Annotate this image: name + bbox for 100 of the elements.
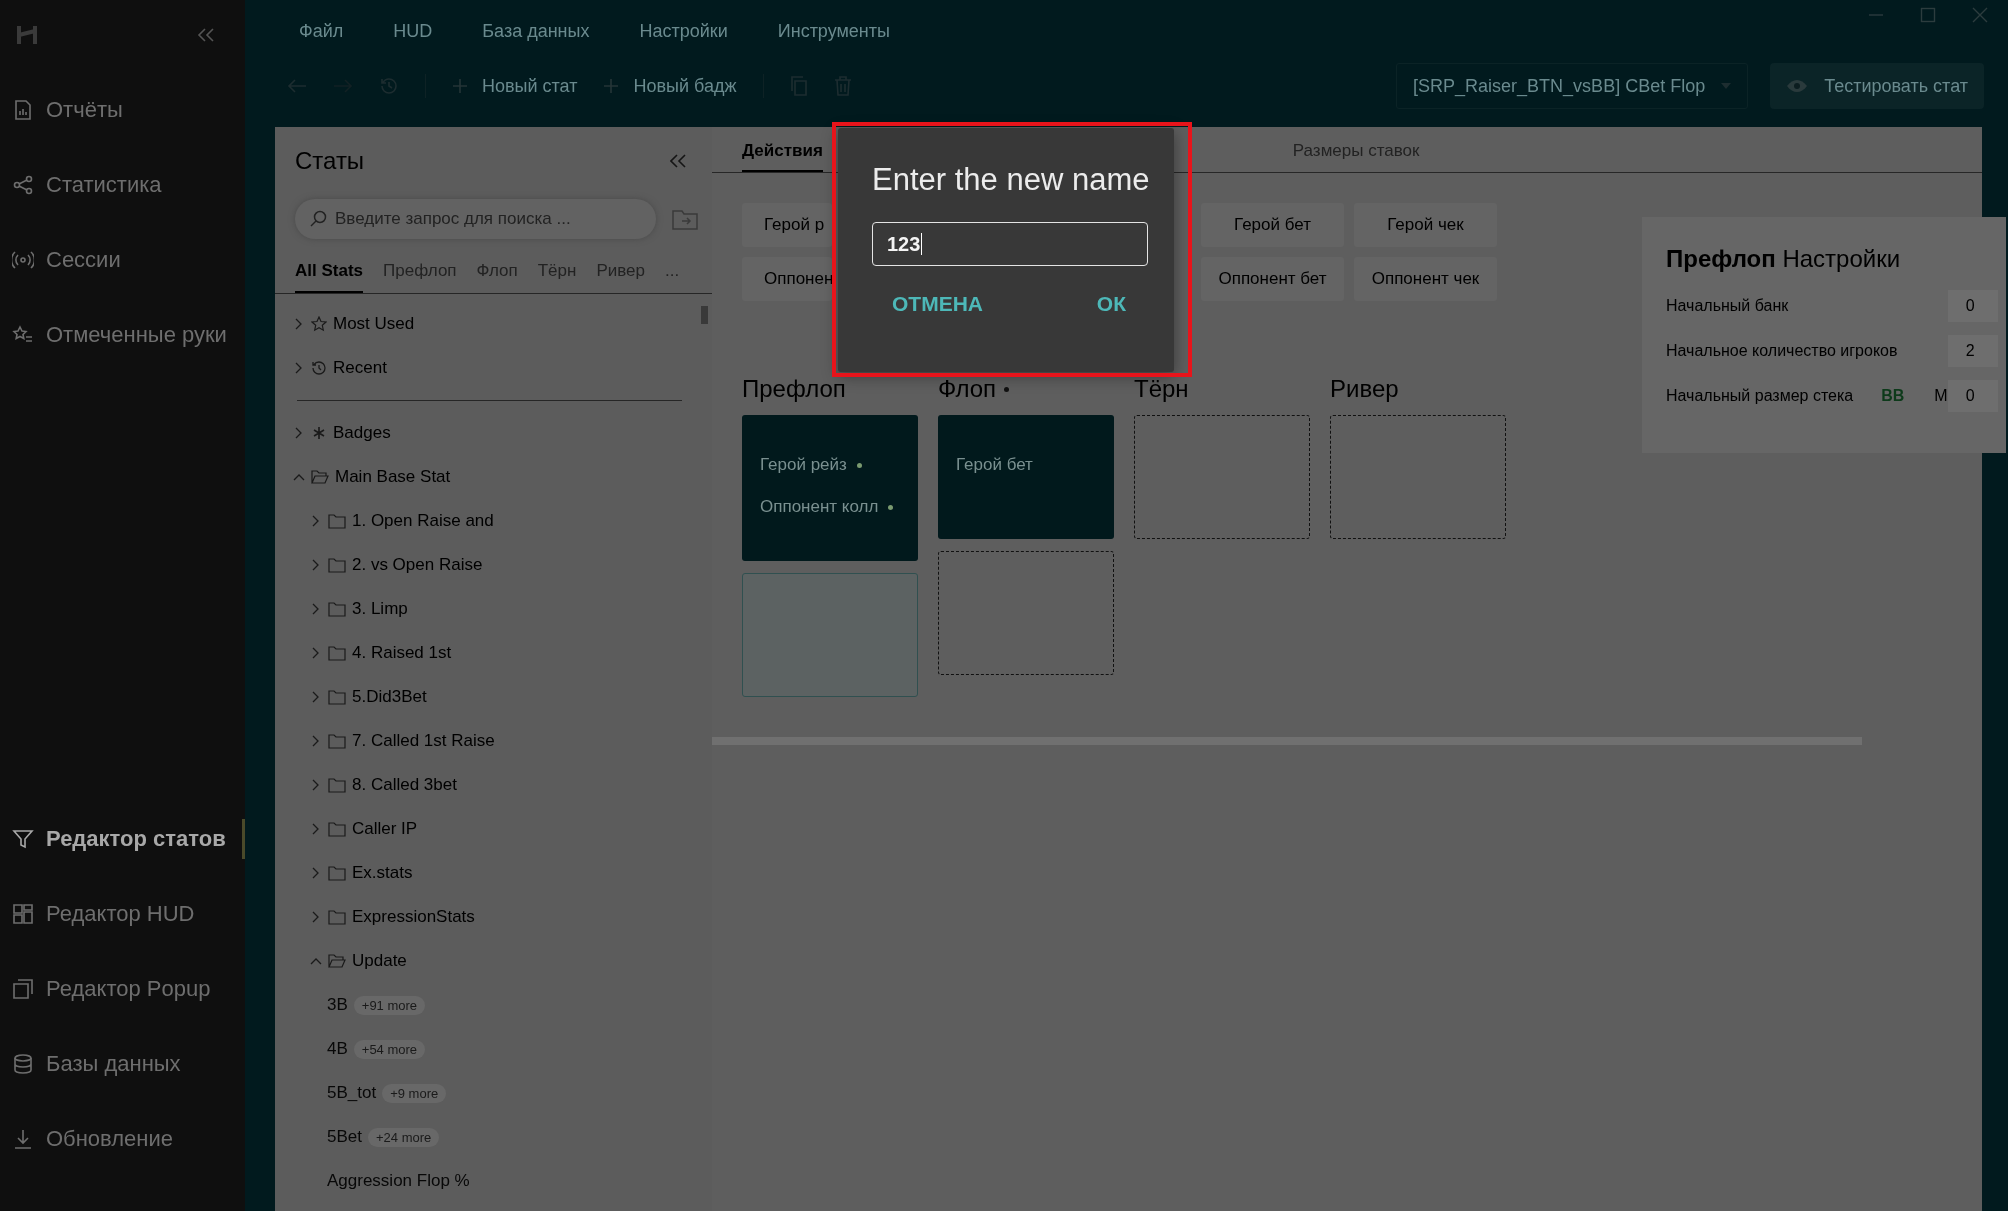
folder-icon — [328, 733, 346, 749]
tree-item[interactable]: 8. Called 3bet — [352, 775, 457, 795]
ok-button[interactable]: ОК — [1090, 288, 1132, 320]
plus-icon — [452, 78, 468, 94]
tree-item[interactable]: Caller IP — [352, 819, 418, 839]
action-chip[interactable]: Оппонен — [742, 257, 832, 301]
collapse-icon[interactable] — [197, 28, 215, 42]
nav-item[interactable]: Обновление — [0, 1119, 245, 1159]
tree-item[interactable]: Most Used — [333, 314, 415, 334]
tree-item[interactable]: 5.Did3Bet — [352, 687, 427, 707]
tree-item[interactable]: 2. vs Open Raise — [352, 555, 483, 575]
new-stat-button[interactable]: Новый стат — [452, 71, 578, 101]
download-icon — [12, 1128, 34, 1150]
tree-item[interactable]: 5B_tot — [327, 1083, 377, 1103]
asterisk-icon — [311, 425, 327, 441]
filter-icon — [12, 828, 34, 850]
maximize-icon[interactable] — [1920, 7, 1936, 23]
tree-item[interactable]: 3. Limp — [352, 599, 408, 619]
number-field[interactable]: 0 — [1947, 289, 1998, 322]
menu-item[interactable]: HUD — [393, 20, 433, 42]
folder-icon — [328, 557, 346, 573]
action-chip[interactable]: Оппонент бет — [1201, 257, 1344, 301]
street-title: Ривер — [1330, 375, 1399, 403]
caret-icon — [1721, 83, 1732, 89]
stat-dropdown[interactable]: [SRP_Raiser_BTN_vsBB] CBet Flop — [1396, 63, 1749, 109]
tree-item[interactable]: Ex.stats — [352, 863, 413, 883]
menu-item[interactable]: Настройки — [639, 20, 728, 42]
tree-item[interactable]: 5Bet — [327, 1127, 362, 1147]
tree-item[interactable]: Recent — [333, 358, 387, 378]
nav-item[interactable]: Сессии — [0, 240, 245, 280]
menu-item[interactable]: База данных — [482, 20, 590, 42]
tree-item[interactable]: Aggression Flop % — [327, 1171, 470, 1191]
action-card[interactable] — [742, 573, 918, 697]
open-folder-icon — [311, 469, 329, 485]
new-badge-button[interactable]: Новый бадж — [603, 71, 737, 101]
action-chip[interactable]: Герой бет — [1201, 203, 1344, 247]
tree-item[interactable]: ExpressionStats — [352, 907, 475, 927]
star-icon — [311, 316, 327, 332]
folder-icon — [328, 645, 346, 661]
tree-item[interactable]: Badges — [333, 423, 391, 443]
tab[interactable]: Флоп — [476, 261, 518, 293]
close-icon[interactable] — [1972, 7, 1988, 23]
street-title: Тёрн — [1134, 375, 1189, 403]
unit-toggle[interactable]: M — [1934, 386, 1948, 405]
tree-item[interactable]: 3B — [327, 995, 348, 1015]
plus-icon — [603, 78, 620, 94]
tree-item[interactable]: Main Base Stat — [335, 467, 451, 487]
action-label: Герой рейз — [760, 455, 847, 475]
setting-label: Начальный размер стека — [1666, 386, 1854, 405]
action-chip[interactable]: Герой чек — [1354, 203, 1497, 247]
settings-title: Префлоп Настройки — [1666, 245, 1902, 273]
tab[interactable]: Префлоп — [383, 261, 457, 293]
unit-toggle[interactable]: BB — [1881, 386, 1905, 405]
scrollbar-thumb[interactable] — [701, 306, 708, 324]
tree-item[interactable]: 4. Raised 1st — [352, 643, 452, 663]
street-title: Флоп — [938, 375, 997, 403]
action-chip[interactable]: Герой р — [742, 203, 832, 247]
tab[interactable]: Ривер — [596, 261, 645, 293]
tree-item[interactable]: 1. Open Raise and — [352, 511, 494, 531]
folder-icon — [328, 601, 346, 617]
action-card[interactable]: Герой рейз Оппонент колл — [742, 415, 918, 561]
count-badge: +91 more — [353, 995, 426, 1015]
tab[interactable]: Тёрн — [537, 261, 577, 293]
nav-item[interactable]: Статистика — [0, 165, 245, 205]
layout-icon — [12, 903, 34, 925]
tree-item[interactable]: Update — [352, 951, 407, 971]
eye-icon — [1786, 79, 1809, 93]
tab[interactable]: All Stats — [295, 261, 364, 293]
add-folder-icon[interactable] — [672, 208, 698, 230]
nav-item[interactable]: Отмеченные руки — [0, 315, 245, 355]
logo-icon — [16, 24, 38, 46]
menu-item[interactable]: Инструменты — [777, 20, 890, 42]
input-field[interactable]: 123 — [872, 222, 1148, 266]
action-chip[interactable]: Оппонент чек — [1354, 257, 1497, 301]
action-card[interactable]: Герой бет — [938, 415, 1114, 539]
document-icon — [12, 99, 34, 121]
nav-item[interactable]: Редактор Popup — [0, 969, 245, 1009]
folder-icon — [328, 821, 346, 837]
test-stat-button[interactable]: Тестировать стат — [1770, 63, 1984, 109]
count-badge: +54 more — [353, 1039, 426, 1059]
share-icon — [12, 174, 34, 196]
number-field[interactable]: 0 — [1947, 379, 1998, 412]
nav-item[interactable]: Базы данных — [0, 1044, 245, 1084]
cancel-button[interactable]: ОТМЕНА — [886, 288, 989, 320]
collapse-icon[interactable] — [670, 154, 686, 168]
tab[interactable]: Размеры ставок — [1292, 141, 1420, 172]
menu-item[interactable]: Файл — [299, 20, 344, 42]
tree-item[interactable]: 7. Called 1st Raise — [352, 731, 495, 751]
folder-icon — [328, 865, 346, 881]
open-folder-icon — [328, 953, 346, 969]
tab[interactable]: Действия — [742, 141, 823, 172]
folder-icon — [328, 689, 346, 705]
panel-title: Статы — [295, 147, 365, 175]
tab[interactable]: ... — [664, 261, 680, 293]
nav-item[interactable]: Отчёты — [0, 90, 245, 130]
setting-label: Начальный банк — [1666, 296, 1789, 315]
number-field[interactable]: 2 — [1947, 334, 1998, 367]
tree-item[interactable]: 4B — [327, 1039, 348, 1059]
search-field[interactable]: Введите запрос для поиска ... — [295, 199, 656, 239]
nav-item[interactable]: Редактор HUD — [0, 894, 245, 934]
